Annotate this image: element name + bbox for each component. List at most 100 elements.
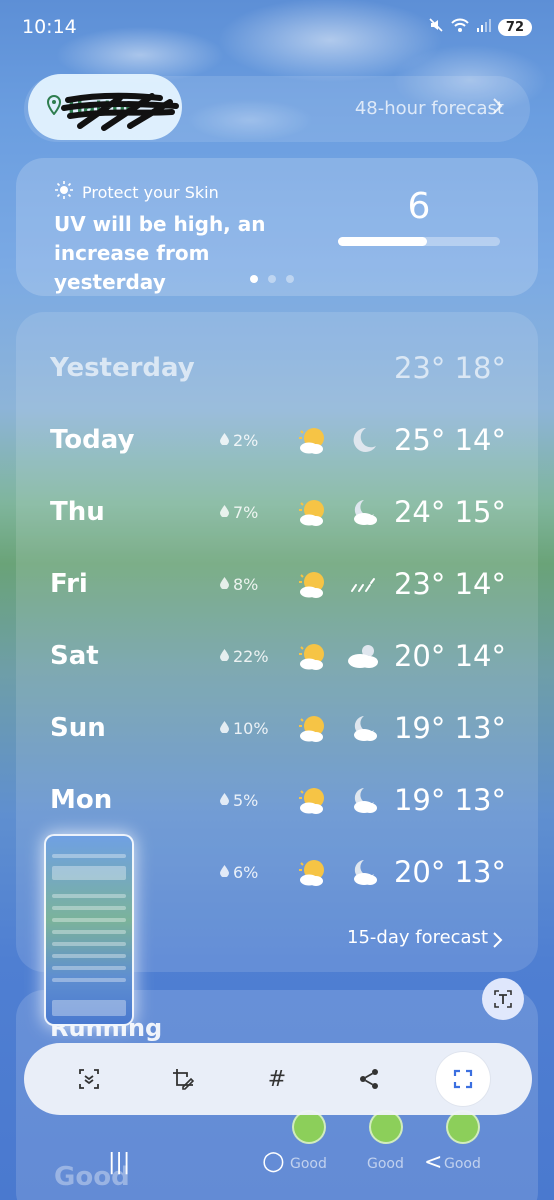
edit-crop-icon (173, 1069, 195, 1090)
smiley-face-icon (369, 1110, 403, 1144)
share-button[interactable] (342, 1052, 396, 1106)
recent-apps-icon: ||| (108, 1150, 131, 1175)
forecast-row[interactable]: Fri 8% 23° 14° (50, 564, 506, 604)
night-cloudy-icon (344, 785, 380, 815)
precipitation: 7% (220, 503, 258, 522)
carousel-dot[interactable] (286, 275, 294, 283)
uv-message: UV will be high, an increase from yester… (54, 212, 266, 294)
precipitation: 8% (220, 575, 258, 594)
uv-level-fill (338, 237, 428, 246)
temps: 23° 18° (393, 351, 506, 385)
back-button[interactable]: < (424, 1150, 442, 1175)
smiley-face-icon (292, 1110, 326, 1144)
forecast-row[interactable]: Mon 5% 19° 13° (50, 780, 506, 820)
day-label: Sat (50, 641, 99, 671)
temps: 20° 13° (393, 855, 506, 889)
night-cloudy-icon (344, 713, 380, 743)
night-cloudy-icon (344, 857, 380, 887)
forecast-row[interactable]: Today 2% 25° 14° (50, 420, 506, 460)
forecast-48h-link[interactable]: 48-hour forecast (355, 98, 504, 119)
forecast-row-yesterday[interactable]: Yesterday 23° 18° (50, 348, 506, 388)
day-label: Today (50, 425, 135, 455)
home-icon: ○ (262, 1146, 285, 1176)
forecast-row[interactable]: Thu 7% 24° 15° (50, 492, 506, 532)
moon-icon (344, 425, 380, 455)
status-time: 10:14 (22, 16, 77, 38)
mute-icon (428, 17, 444, 37)
good-label: Good (367, 1156, 404, 1172)
battery-level: 72 (505, 19, 524, 35)
night-cloudy-icon (344, 497, 380, 527)
smiley-face-icon (446, 1110, 480, 1144)
day-label: Fri (50, 569, 88, 599)
temps: 20° 14° (393, 639, 506, 673)
partly-cloudy-icon (296, 641, 332, 671)
temps: 24° 15° (393, 495, 506, 529)
carousel-dot[interactable] (250, 275, 258, 283)
hashtag-button[interactable]: # (250, 1052, 304, 1106)
screenshot-thumbnail[interactable] (44, 834, 134, 1026)
text-extract-icon (494, 990, 512, 1008)
temps: 23° 14° (393, 567, 506, 601)
good-label: Good (290, 1156, 327, 1172)
chevron-right-icon[interactable] (492, 930, 504, 954)
forecast-15-day-link[interactable]: 15-day forecast (347, 927, 488, 948)
temps: 25° 14° (393, 423, 506, 457)
precip-value: 22% (233, 646, 269, 666)
status-icons: 72 (428, 17, 532, 37)
raindrop-icon (220, 720, 229, 736)
raindrop-icon (220, 792, 229, 808)
good-label: Good (444, 1156, 481, 1172)
uv-index-value: 6 (407, 186, 431, 227)
carousel-dot[interactable] (268, 275, 276, 283)
precip-value: 7% (233, 502, 259, 522)
day-label: Mon (50, 785, 113, 815)
partly-cloudy-icon (296, 785, 332, 815)
hashtag-icon: # (267, 1066, 287, 1092)
capture-select-icon (453, 1069, 473, 1089)
home-button[interactable]: ○ (262, 1146, 285, 1176)
precipitation: 6% (220, 863, 258, 882)
chevron-right-icon[interactable] (492, 96, 504, 120)
redaction-scribble (61, 92, 179, 131)
precipitation: 5% (220, 791, 258, 810)
signal-icon (476, 18, 492, 36)
day-label: Thu (50, 497, 105, 527)
wifi-icon (450, 17, 470, 37)
carousel-dots (250, 275, 294, 283)
partly-cloudy-icon (296, 713, 332, 743)
scroll-capture-icon (79, 1069, 99, 1089)
raindrop-icon (220, 432, 229, 448)
precip-value: 2% (233, 430, 259, 450)
precip-value: 6% (233, 862, 259, 882)
raindrop-icon (220, 576, 229, 592)
edit-button[interactable] (156, 1052, 210, 1106)
precip-value: 8% (233, 574, 259, 594)
share-icon (360, 1069, 378, 1089)
cloudy-icon (344, 641, 380, 671)
capture-select-button[interactable] (436, 1052, 490, 1106)
rain-icon (344, 569, 380, 599)
precipitation: 22% (220, 647, 269, 666)
battery-indicator: 72 (497, 18, 532, 36)
forecast-row[interactable]: Sat 22% 20° 14° (50, 636, 506, 676)
temps: 19° 13° (393, 783, 506, 817)
precip-value: 5% (233, 790, 259, 810)
partly-cloudy-icon (296, 497, 332, 527)
temps: 19° 13° (393, 711, 506, 745)
raindrop-icon (220, 648, 229, 664)
partly-cloudy-icon (296, 425, 332, 455)
recent-apps-button[interactable]: ||| (108, 1150, 130, 1175)
partly-cloudy-icon (296, 857, 332, 887)
precip-value: 10% (233, 718, 269, 738)
sun-icon (54, 180, 74, 204)
scroll-capture-button[interactable] (62, 1052, 116, 1106)
extract-text-button[interactable] (482, 978, 524, 1020)
precipitation: 2% (220, 431, 258, 450)
precipitation: 10% (220, 719, 269, 738)
uv-level-bar (338, 237, 500, 246)
day-label: Sun (50, 713, 106, 743)
status-bar: 10:14 72 (22, 12, 532, 42)
forecast-row[interactable]: Sun 10% 19° 13° (50, 708, 506, 748)
raindrop-icon (220, 504, 229, 520)
